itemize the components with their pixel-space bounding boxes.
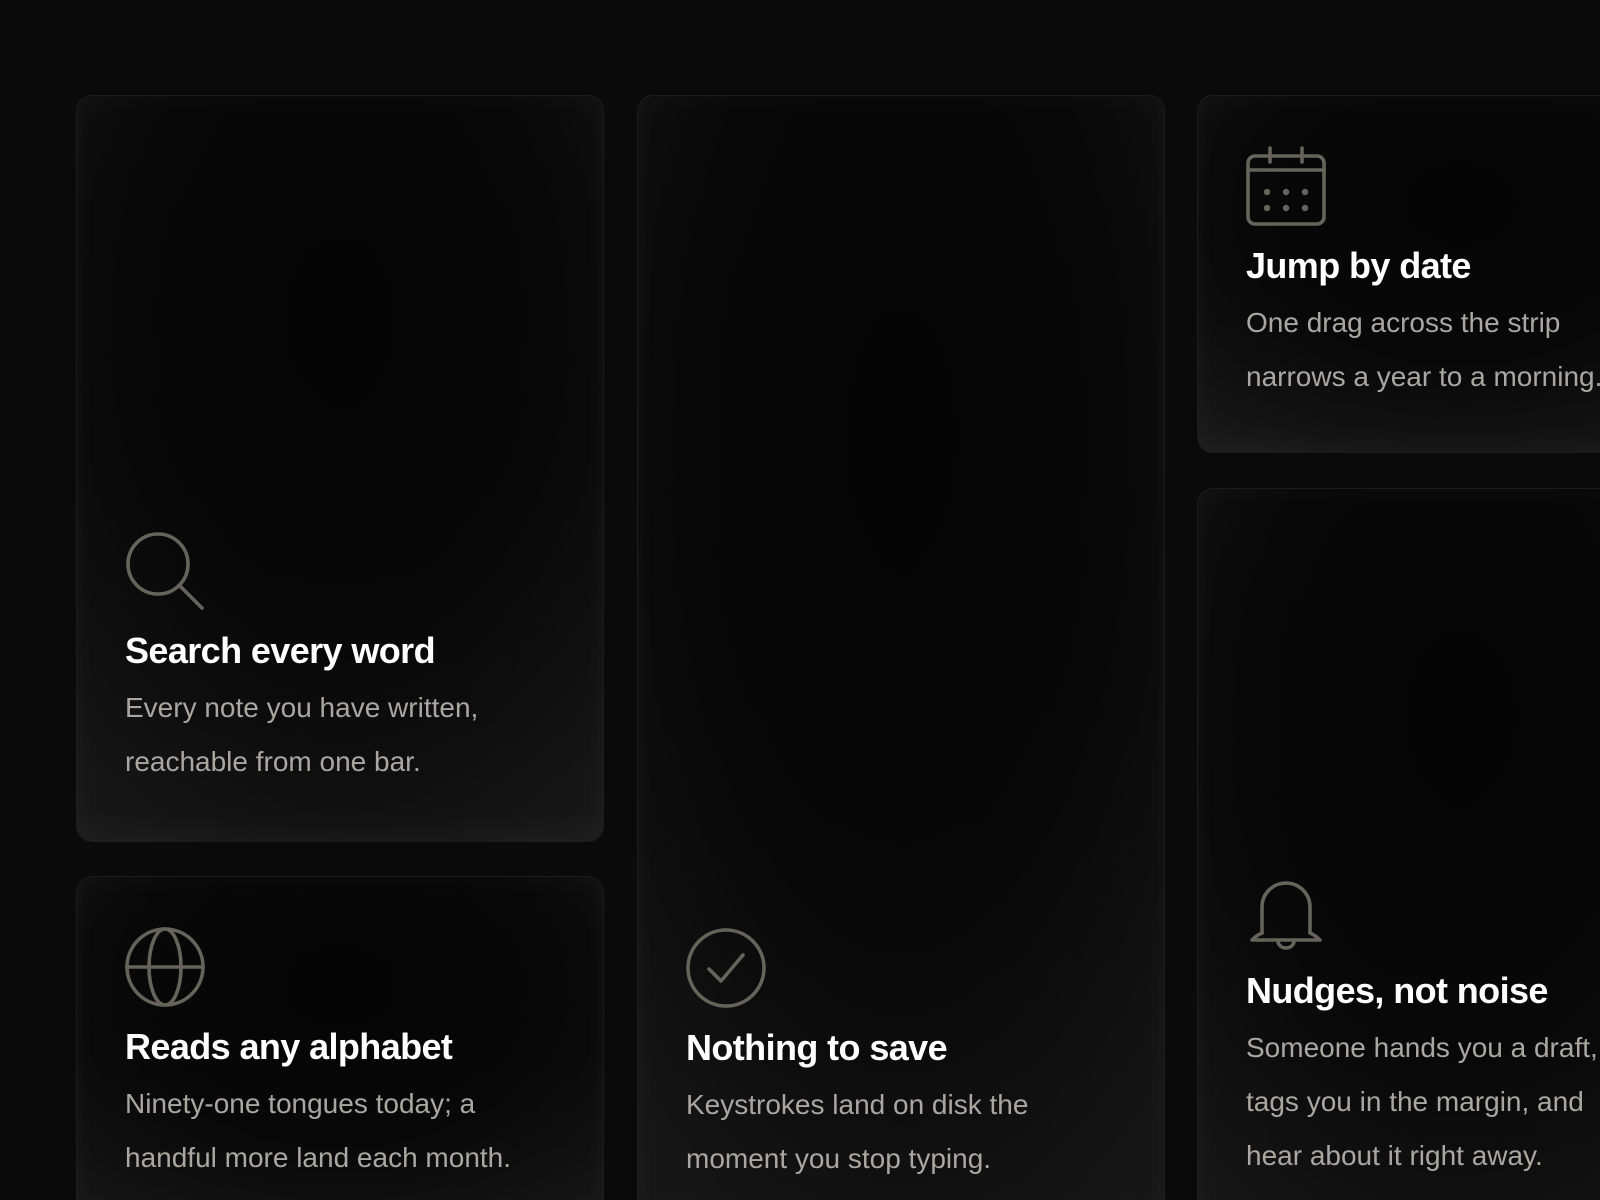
bell-icon	[1246, 871, 1326, 951]
feature-card-search-body: Search every word Every note you have wr…	[125, 531, 579, 789]
feature-title: Nudges, not noise	[1246, 970, 1548, 1011]
feature-card-nudges: Nudges, not noise Someone hands you a dr…	[1197, 488, 1600, 1200]
feature-grid: Search every word Every note you have wr…	[0, 0, 1600, 1200]
feature-title: Reads any alphabet	[125, 1026, 453, 1067]
feature-description: Ninety-one tongues today; a handful more …	[125, 1088, 512, 1173]
feature-description: Someone hands you a draft, tags you in th…	[1246, 1032, 1598, 1171]
feature-title: Search every word	[125, 630, 436, 671]
search-icon	[125, 531, 205, 611]
feature-card-nudges-body: Nudges, not noise Someone hands you a dr…	[1246, 871, 1600, 1183]
feature-title: Jump by date	[1246, 245, 1471, 286]
feature-card-date-body: Jump by date One drag across the strip na…	[1246, 146, 1600, 404]
feature-card-save-body: Nothing to save Keystrokes land on disk …	[686, 928, 1140, 1186]
feature-card-search: Search every word Every note you have wr…	[76, 95, 604, 842]
feature-description: One drag across the strip narrows a year …	[1246, 307, 1600, 392]
feature-title: Nothing to save	[686, 1027, 948, 1068]
feature-description: Keystrokes land on disk the moment you st…	[686, 1089, 1029, 1174]
feature-card-alphabet: Reads any alphabet Ninety-one tongues to…	[76, 876, 604, 1200]
calendar-icon	[1246, 146, 1326, 226]
feature-card-save: Nothing to save Keystrokes land on disk …	[637, 95, 1165, 1200]
globe-icon	[125, 927, 205, 1007]
check-circle-icon	[686, 928, 766, 1008]
feature-description: Every note you have written, reachable fr…	[125, 692, 479, 777]
feature-card-alphabet-body: Reads any alphabet Ninety-one tongues to…	[125, 927, 579, 1185]
feature-card-date: Jump by date One drag across the strip na…	[1197, 95, 1600, 453]
